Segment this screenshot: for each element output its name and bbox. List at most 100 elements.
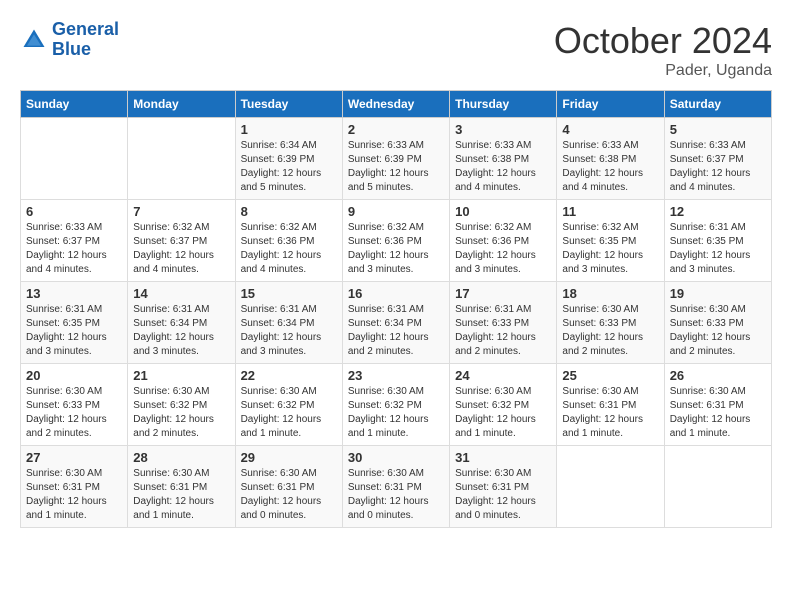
day-info: Sunrise: 6:30 AM Sunset: 6:31 PM Dayligh…: [455, 467, 551, 523]
calendar-cell: 15Sunrise: 6:31 AM Sunset: 6:34 PM Dayli…: [235, 282, 342, 364]
week-row-5: 27 Sunrise: 6:30 AM Sunset: 6:31 PM Dayli…: [21, 446, 772, 528]
calendar-cell: 13Sunrise: 6:31 AM Sunset: 6:35 PM Dayli…: [21, 282, 128, 364]
day-info: Sunrise: 6:30 AM Sunset: 6:33 PM Dayligh…: [562, 303, 658, 359]
week-row-4: 20 Sunrise: 6:30 AM Sunset: 6:33 PM Dayli…: [21, 364, 772, 446]
day-info: Sunrise: 6:30 AM Sunset: 6:32 PM Dayligh…: [241, 385, 337, 441]
calendar-cell: 30Sunrise: 6:30 AM Sunset: 6:31 PM Dayli…: [342, 446, 449, 528]
calendar-cell: [664, 446, 771, 528]
day-number: 1: [241, 122, 337, 137]
day-info: Sunrise: 6:30 AM Sunset: 6:32 PM Dayligh…: [455, 385, 551, 441]
calendar-cell: 19 Sunrise: 6:30 AM Sunset: 6:33 PM Dayli…: [664, 282, 771, 364]
calendar-cell: 3 Sunrise: 6:33 AM Sunset: 6:38 PM Daylig…: [450, 118, 557, 200]
day-number: 22: [241, 368, 337, 383]
calendar-cell: 5 Sunrise: 6:33 AM Sunset: 6:37 PM Daylig…: [664, 118, 771, 200]
calendar-cell: 31Sunrise: 6:30 AM Sunset: 6:31 PM Dayli…: [450, 446, 557, 528]
logo-line2: Blue: [52, 39, 91, 59]
calendar-cell: 23 Sunrise: 6:30 AM Sunset: 6:32 PM Dayli…: [342, 364, 449, 446]
day-info: Sunrise: 6:31 AM Sunset: 6:33 PM Dayligh…: [455, 303, 551, 359]
day-info: Sunrise: 6:30 AM Sunset: 6:32 PM Dayligh…: [133, 385, 229, 441]
day-info: Sunrise: 6:32 AM Sunset: 6:36 PM Dayligh…: [241, 221, 337, 277]
calendar-cell: [21, 118, 128, 200]
day-number: 5: [670, 122, 766, 137]
calendar-cell: 8 Sunrise: 6:32 AM Sunset: 6:36 PM Daylig…: [235, 200, 342, 282]
week-row-2: 6Sunrise: 6:33 AM Sunset: 6:37 PM Daylig…: [21, 200, 772, 282]
day-number: 3: [455, 122, 551, 137]
calendar-cell: 16Sunrise: 6:31 AM Sunset: 6:34 PM Dayli…: [342, 282, 449, 364]
day-info: Sunrise: 6:32 AM Sunset: 6:36 PM Dayligh…: [348, 221, 444, 277]
day-number: 16: [348, 286, 444, 301]
day-info: Sunrise: 6:30 AM Sunset: 6:31 PM Dayligh…: [348, 467, 444, 523]
page-header: General Blue October 2024 Pader, Uganda: [20, 20, 772, 80]
day-number: 18: [562, 286, 658, 301]
day-header-monday: Monday: [128, 91, 235, 118]
day-info: Sunrise: 6:30 AM Sunset: 6:31 PM Dayligh…: [241, 467, 337, 523]
day-info: Sunrise: 6:30 AM Sunset: 6:31 PM Dayligh…: [670, 385, 766, 441]
day-number: 23: [348, 368, 444, 383]
calendar-cell: [128, 118, 235, 200]
day-number: 14: [133, 286, 229, 301]
day-info: Sunrise: 6:33 AM Sunset: 6:37 PM Dayligh…: [670, 139, 766, 195]
day-number: 7: [133, 204, 229, 219]
calendar-cell: 9 Sunrise: 6:32 AM Sunset: 6:36 PM Daylig…: [342, 200, 449, 282]
day-header-friday: Friday: [557, 91, 664, 118]
day-number: 24: [455, 368, 551, 383]
calendar-body: 1Sunrise: 6:34 AM Sunset: 6:39 PM Daylig…: [21, 118, 772, 528]
day-number: 11: [562, 204, 658, 219]
calendar-cell: 2 Sunrise: 6:33 AM Sunset: 6:39 PM Daylig…: [342, 118, 449, 200]
day-info: Sunrise: 6:30 AM Sunset: 6:31 PM Dayligh…: [26, 467, 122, 523]
day-info: Sunrise: 6:32 AM Sunset: 6:37 PM Dayligh…: [133, 221, 229, 277]
day-info: Sunrise: 6:30 AM Sunset: 6:31 PM Dayligh…: [133, 467, 229, 523]
day-number: 2: [348, 122, 444, 137]
day-number: 9: [348, 204, 444, 219]
logo-line1: General: [52, 19, 119, 39]
day-info: Sunrise: 6:30 AM Sunset: 6:32 PM Dayligh…: [348, 385, 444, 441]
calendar-cell: 21Sunrise: 6:30 AM Sunset: 6:32 PM Dayli…: [128, 364, 235, 446]
logo: General Blue: [20, 20, 119, 60]
title-block: October 2024 Pader, Uganda: [554, 20, 772, 80]
calendar-cell: 25Sunrise: 6:30 AM Sunset: 6:31 PM Dayli…: [557, 364, 664, 446]
calendar-cell: 27 Sunrise: 6:30 AM Sunset: 6:31 PM Dayli…: [21, 446, 128, 528]
calendar-cell: 26Sunrise: 6:30 AM Sunset: 6:31 PM Dayli…: [664, 364, 771, 446]
calendar-cell: 29Sunrise: 6:30 AM Sunset: 6:31 PM Dayli…: [235, 446, 342, 528]
day-number: 19: [670, 286, 766, 301]
calendar-cell: 20 Sunrise: 6:30 AM Sunset: 6:33 PM Dayli…: [21, 364, 128, 446]
calendar-header-row: SundayMondayTuesdayWednesdayThursdayFrid…: [21, 91, 772, 118]
calendar-cell: 17Sunrise: 6:31 AM Sunset: 6:33 PM Dayli…: [450, 282, 557, 364]
day-info: Sunrise: 6:33 AM Sunset: 6:38 PM Dayligh…: [455, 139, 551, 195]
calendar-cell: 18 Sunrise: 6:30 AM Sunset: 6:33 PM Dayli…: [557, 282, 664, 364]
calendar-cell: 4Sunrise: 6:33 AM Sunset: 6:38 PM Daylig…: [557, 118, 664, 200]
calendar-table: SundayMondayTuesdayWednesdayThursdayFrid…: [20, 90, 772, 528]
day-header-wednesday: Wednesday: [342, 91, 449, 118]
calendar-cell: 10 Sunrise: 6:32 AM Sunset: 6:36 PM Dayli…: [450, 200, 557, 282]
month-title: October 2024: [554, 20, 772, 62]
day-number: 6: [26, 204, 122, 219]
day-info: Sunrise: 6:31 AM Sunset: 6:34 PM Dayligh…: [133, 303, 229, 359]
calendar-cell: 7 Sunrise: 6:32 AM Sunset: 6:37 PM Daylig…: [128, 200, 235, 282]
day-info: Sunrise: 6:30 AM Sunset: 6:31 PM Dayligh…: [562, 385, 658, 441]
location-subtitle: Pader, Uganda: [554, 62, 772, 80]
day-header-saturday: Saturday: [664, 91, 771, 118]
day-number: 8: [241, 204, 337, 219]
day-header-thursday: Thursday: [450, 91, 557, 118]
day-number: 20: [26, 368, 122, 383]
day-info: Sunrise: 6:32 AM Sunset: 6:36 PM Dayligh…: [455, 221, 551, 277]
day-info: Sunrise: 6:30 AM Sunset: 6:33 PM Dayligh…: [670, 303, 766, 359]
calendar-cell: 12 Sunrise: 6:31 AM Sunset: 6:35 PM Dayli…: [664, 200, 771, 282]
calendar-cell: 28 Sunrise: 6:30 AM Sunset: 6:31 PM Dayli…: [128, 446, 235, 528]
calendar-cell: 24 Sunrise: 6:30 AM Sunset: 6:32 PM Dayli…: [450, 364, 557, 446]
day-number: 10: [455, 204, 551, 219]
day-info: Sunrise: 6:33 AM Sunset: 6:39 PM Dayligh…: [348, 139, 444, 195]
day-number: 4: [562, 122, 658, 137]
logo-text: General Blue: [52, 20, 119, 60]
day-info: Sunrise: 6:32 AM Sunset: 6:35 PM Dayligh…: [562, 221, 658, 277]
day-number: 28: [133, 450, 229, 465]
calendar-cell: 6Sunrise: 6:33 AM Sunset: 6:37 PM Daylig…: [21, 200, 128, 282]
day-info: Sunrise: 6:31 AM Sunset: 6:35 PM Dayligh…: [670, 221, 766, 277]
calendar-cell: 1Sunrise: 6:34 AM Sunset: 6:39 PM Daylig…: [235, 118, 342, 200]
day-info: Sunrise: 6:31 AM Sunset: 6:35 PM Dayligh…: [26, 303, 122, 359]
day-info: Sunrise: 6:30 AM Sunset: 6:33 PM Dayligh…: [26, 385, 122, 441]
day-number: 12: [670, 204, 766, 219]
day-number: 27: [26, 450, 122, 465]
logo-icon: [20, 26, 48, 54]
calendar-cell: [557, 446, 664, 528]
